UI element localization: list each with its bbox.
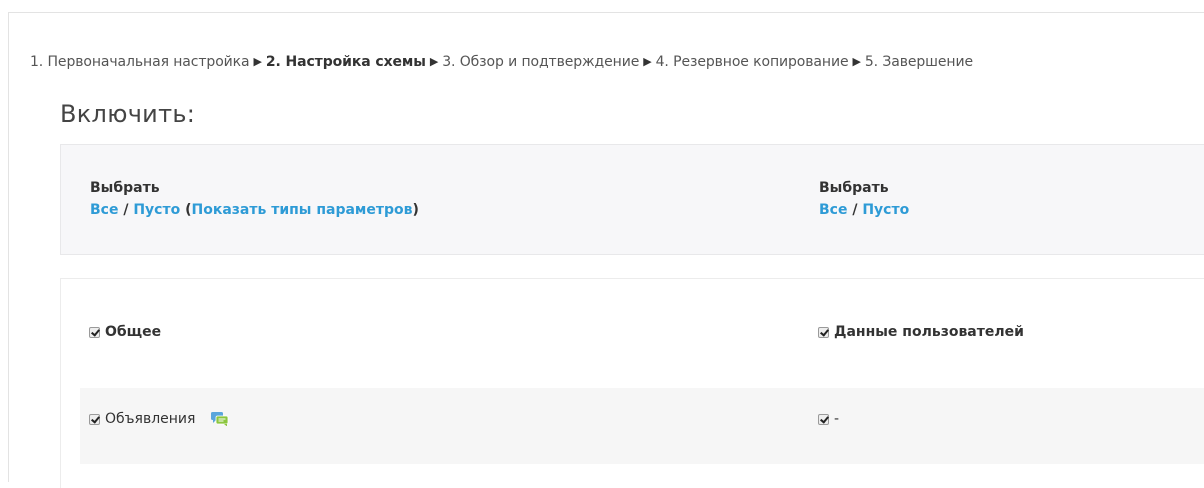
- select-all-userdata-link[interactable]: Все: [819, 202, 847, 218]
- section-title: Включить:: [60, 100, 196, 128]
- select-none-userdata-link[interactable]: Пусто: [862, 202, 909, 218]
- step-2-current: 2. Настройка схемы: [265, 54, 426, 70]
- step-4: 4. Резервное копирование: [655, 54, 849, 70]
- progress-breadcrumb: 1. Первоначальная настройка ▶ 2. Настройка…: [30, 54, 973, 70]
- announcements-checkbox-item[interactable]: Объявления: [89, 411, 229, 427]
- step-separator-icon: ▶: [429, 55, 439, 68]
- step-separator-icon: ▶: [253, 55, 262, 68]
- select-all-link[interactable]: Все: [90, 202, 118, 218]
- step-1: 1. Первоначальная настройка: [30, 54, 250, 70]
- select-panel: Выбрать Все / Пусто (Показать типы парам…: [60, 144, 1204, 255]
- user-data-label: Данные пользователей: [834, 324, 1024, 340]
- select-group-userdata: Выбрать Все / Пусто: [819, 177, 909, 221]
- slash-separator: /: [847, 202, 863, 218]
- show-setting-types-link[interactable]: Показать типы параметров: [192, 202, 413, 218]
- select-links: Все / Пусто: [819, 199, 909, 221]
- general-label: Общее: [105, 324, 162, 340]
- general-checkbox[interactable]: [89, 326, 100, 338]
- general-checkbox-item[interactable]: Общее: [89, 324, 161, 340]
- select-heading: Выбрать: [90, 180, 160, 196]
- user-data-checkbox-item[interactable]: Данные пользователей: [818, 324, 1024, 340]
- announcements-label: Объявления: [105, 411, 196, 427]
- user-data-checkbox[interactable]: [818, 326, 829, 338]
- step-separator-icon: ▶: [852, 55, 861, 68]
- announcements-userdata-checkbox[interactable]: [818, 413, 829, 425]
- step-5: 5. Завершение: [864, 54, 973, 70]
- paren-close: ): [412, 202, 419, 218]
- select-links: Все / Пусто (Показать типы параметров): [90, 199, 419, 221]
- chat-bubbles-icon: [211, 412, 229, 426]
- slash-separator: /: [118, 202, 134, 218]
- select-group-settings: Выбрать Все / Пусто (Показать типы парам…: [90, 177, 419, 221]
- step-separator-icon: ▶: [643, 55, 652, 68]
- step-3: 3. Обзор и подтверждение: [442, 54, 640, 70]
- announcements-userdata-checkbox-item[interactable]: -: [818, 411, 839, 427]
- paren-open: (: [180, 202, 192, 218]
- announcements-userdata-label: -: [834, 411, 840, 427]
- announcements-row: [80, 388, 1204, 464]
- select-heading: Выбрать: [819, 180, 889, 196]
- select-none-link[interactable]: Пусто: [133, 202, 180, 218]
- announcements-checkbox[interactable]: [89, 413, 100, 425]
